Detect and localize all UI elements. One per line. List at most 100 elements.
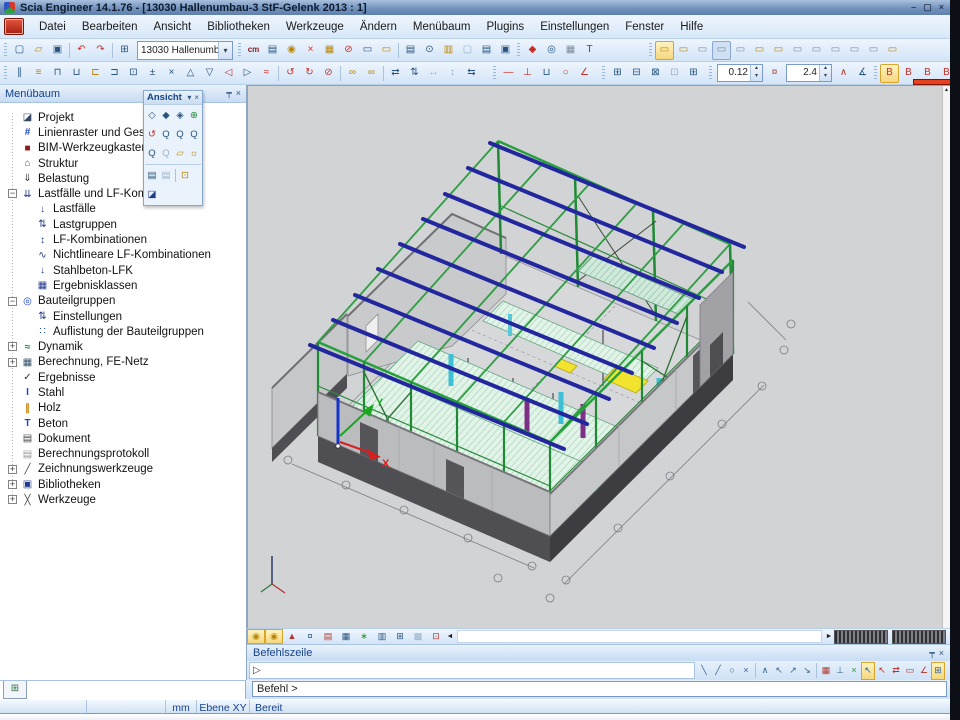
model-canvas[interactable]: Y X	[248, 86, 950, 628]
view-y-icon[interactable]: ◆	[159, 106, 173, 125]
tree-item-einstellungen[interactable]: ⇅Einstellungen	[0, 309, 246, 324]
view-window-icon[interactable]: ▭	[655, 41, 674, 60]
toolbar-grip[interactable]	[874, 66, 877, 80]
close-icon[interactable]: ×	[236, 88, 241, 99]
printer-data-icon[interactable]: ▤	[263, 41, 282, 60]
view-window-icon[interactable]: ▭	[712, 41, 731, 60]
menu-fenster[interactable]: Fenster	[617, 18, 672, 36]
chevron-down-icon[interactable]: ▾	[218, 42, 232, 59]
tree-item-nichtlineare[interactable]: ∿Nichtlineare LF-Kombinationen	[0, 248, 246, 263]
view-window-icon[interactable]: ▭	[769, 41, 788, 60]
print-preview-icon[interactable]: ⊙	[420, 41, 439, 60]
expand-icon[interactable]: +	[8, 495, 17, 504]
command-input[interactable]: Befehl >	[252, 681, 947, 697]
view-x-icon[interactable]: ◇	[145, 106, 159, 125]
render-mode-icon[interactable]: ▦	[337, 629, 355, 644]
member-icon[interactable]: ⊔	[67, 64, 86, 83]
zoom-window-icon[interactable]: Q	[145, 144, 159, 163]
snap-track-icon[interactable]: ⇄	[889, 662, 903, 680]
snap-point-icon[interactable]: ↖	[875, 662, 889, 680]
snap-cross-icon[interactable]: ×	[847, 662, 861, 680]
redo-icon[interactable]: ↷	[91, 41, 110, 60]
close-icon[interactable]: ×	[939, 648, 944, 659]
dof-icon[interactable]: ∗	[355, 629, 373, 644]
address-book-icon[interactable]: ▥	[439, 41, 458, 60]
layer-view-icon[interactable]: ▥	[373, 629, 391, 644]
member-icon[interactable]: ⊡	[124, 64, 143, 83]
pin-icon[interactable]: ┯	[929, 648, 934, 659]
spin-down-icon[interactable]: ▾	[820, 73, 831, 81]
toolbar-grip[interactable]	[4, 43, 7, 57]
statusbar-plane[interactable]: Ebene XY	[197, 700, 250, 713]
view-axo-icon[interactable]: ⊕	[187, 106, 201, 125]
window-copy-icon[interactable]: ⊞	[608, 64, 627, 83]
copy-icon[interactable]: ⇅	[405, 64, 424, 83]
snap-arc-icon[interactable]: ↖	[772, 662, 786, 680]
quick-view2-icon[interactable]: ◉	[265, 629, 283, 644]
print-view-icon[interactable]: ▤	[145, 166, 159, 185]
tree-item-berechnung[interactable]: +▦Berechnung, FE-Netz	[0, 355, 246, 370]
close-icon[interactable]: ×	[194, 93, 199, 102]
new-window-icon[interactable]: ⊞	[115, 41, 134, 60]
multicopy-icon[interactable]: ⇆	[462, 64, 481, 83]
member-icon[interactable]: ≡	[29, 64, 48, 83]
3d-viewport[interactable]: Y X ▲	[247, 85, 950, 628]
view-z-icon[interactable]: ◈	[173, 106, 187, 125]
viewport-scrollbar[interactable]: ▲	[942, 86, 950, 628]
tree-item-struktur[interactable]: ⌂Struktur	[0, 156, 246, 171]
print-icon[interactable]: ▤	[401, 41, 420, 60]
statusbar-units[interactable]: mm	[166, 700, 197, 713]
dim-anchor-icon[interactable]: ¤	[765, 64, 784, 83]
member-icon[interactable]: ≈	[257, 64, 276, 83]
menu-aendern[interactable]: Ändern	[352, 18, 405, 36]
polyline-icon[interactable]: ⊔	[537, 64, 556, 83]
scroll-left-icon[interactable]: ◄	[445, 633, 455, 640]
length-spinner[interactable]: 0.12 ▴▾	[717, 64, 763, 82]
mesh-icon[interactable]: ▦	[561, 41, 580, 60]
visibility-icon[interactable]: ∞	[343, 64, 362, 83]
view-window-icon[interactable]: ▭	[864, 41, 883, 60]
toolbar-grip[interactable]	[238, 43, 241, 57]
pin-icon[interactable]: ┯	[226, 88, 231, 99]
tree-item-dokument[interactable]: ▤Dokument	[0, 431, 246, 446]
snap-settings-icon[interactable]: ⊞	[931, 662, 945, 680]
quick-view-icon[interactable]: ◉	[247, 629, 265, 644]
open-icon[interactable]: ▱	[29, 41, 48, 60]
member-icon[interactable]: ▷	[238, 64, 257, 83]
snap-circle-icon[interactable]: ○	[725, 662, 739, 680]
member-icon[interactable]: ⊏	[86, 64, 105, 83]
zoom-in-icon[interactable]: Q	[159, 125, 173, 144]
menu-bibliotheken[interactable]: Bibliotheken	[199, 18, 278, 36]
tree-item-projekt[interactable]: ◪Projekt	[0, 110, 246, 125]
tree-item-lastfaelle[interactable]: ↓Lastfälle	[0, 202, 246, 217]
tree-item-beton[interactable]: TBeton	[0, 416, 246, 431]
close-button[interactable]: ×	[939, 2, 944, 13]
circle-icon[interactable]: ○	[556, 64, 575, 83]
viewport-hscroll[interactable]	[457, 630, 822, 643]
view-window-icon[interactable]: ▭	[826, 41, 845, 60]
menu-einstellungen[interactable]: Einstellungen	[532, 18, 617, 36]
units-icon[interactable]: cm	[244, 41, 263, 60]
view-window-icon[interactable]: ▭	[807, 41, 826, 60]
window-cut-icon[interactable]: ⊠	[646, 64, 665, 83]
select-lasso-icon[interactable]: ↺	[281, 64, 300, 83]
expand-icon[interactable]: +	[8, 358, 17, 367]
deselect-icon[interactable]: ⊘	[319, 64, 338, 83]
frame-a-icon[interactable]: ▭	[358, 41, 377, 60]
new-icon[interactable]: ▢	[10, 41, 29, 60]
view-window-icon[interactable]: ▭	[693, 41, 712, 60]
tree-item-auflistung[interactable]: ∷Auflistung der Bauteilgruppen	[0, 324, 246, 339]
member-icon[interactable]: ±	[143, 64, 162, 83]
toolbar-grip[interactable]	[649, 43, 652, 57]
tree-item-holz[interactable]: ∥Holz	[0, 401, 246, 416]
select-cursor-icon[interactable]: ↻	[300, 64, 319, 83]
calc-search-icon[interactable]: ◎	[542, 41, 561, 60]
expand-icon[interactable]: +	[8, 342, 17, 351]
tree-item-stahl[interactable]: IStahl	[0, 385, 246, 400]
open-view-icon[interactable]: ▱	[173, 144, 187, 163]
check-member-icon[interactable]: B	[880, 64, 899, 83]
toolbar-grip[interactable]	[493, 66, 496, 80]
frame-b-icon[interactable]: ▭	[377, 41, 396, 60]
tree-item-belastung[interactable]: ⇓Belastung	[0, 171, 246, 186]
angle-icon[interactable]: ∠	[575, 64, 594, 83]
